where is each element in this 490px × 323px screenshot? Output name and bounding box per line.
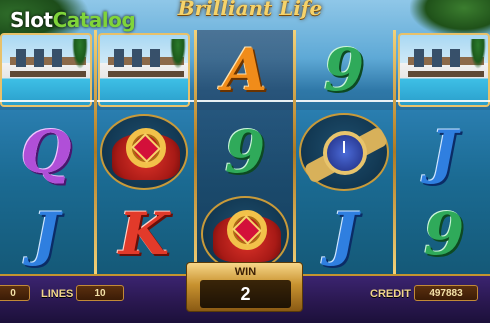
symbol-j: J [0,194,94,274]
ring-icon [100,114,188,190]
symbol-a: A [197,30,293,110]
reels-area: Q J K A 9 9 J J 9 [0,30,490,274]
lines-field[interactable]: 10 [76,285,124,301]
symbol-9: 9 [197,112,293,192]
symbol-villa [0,30,94,110]
win-display: WIN 2 [186,262,303,312]
reel-divider [393,30,396,274]
reel-2: K [96,30,192,274]
watch-icon [299,113,389,191]
digit-9: 9 [423,200,465,268]
digit-9: 9 [323,36,365,104]
reel-divider [293,30,296,274]
villa-icon [98,33,190,107]
villa-icon [398,33,490,107]
reel-4: 9 J [296,30,392,274]
symbol-ring [96,112,192,192]
letter-j: J [430,118,458,186]
symbol-j: J [296,194,392,274]
symbol-k: K [96,194,192,274]
game-title: Brilliant Life [177,0,323,20]
reel-divider [94,30,97,274]
letter-j: J [330,200,358,268]
villa-icon [0,33,92,107]
symbol-q: Q [0,112,94,192]
lines-label: LINES [41,288,74,300]
symbol-9: 9 [296,30,392,110]
symbol-j: J [396,112,490,192]
credit-label: CREDIT [370,288,411,300]
reel-5: J 9 [396,30,490,274]
letter-q: Q [20,118,72,186]
reel-3: A 9 [197,30,293,274]
win-label: WIN [234,266,257,278]
symbol-villa [96,30,192,110]
win-value: 2 [200,280,291,308]
symbol-villa [396,30,490,110]
digit-9: 9 [224,118,266,186]
symbol-9: 9 [396,194,490,274]
winning-payline [0,100,490,102]
slot-game: Brilliant Life Q J K A 9 9 J J 9 0 LINES… [0,0,490,323]
letter-a: A [222,36,268,104]
bet-field[interactable]: 0 [0,285,30,301]
letter-k: K [118,200,170,268]
credit-field: 497883 [414,285,478,301]
watermark-part2: Catalog [52,8,136,32]
ring-icon [201,196,289,272]
symbol-watch [296,112,392,192]
watermark: SlotCatalog [10,8,136,32]
watermark-part1: Slot [10,8,53,32]
reel-divider [194,30,197,274]
reel-1: Q J [0,30,94,274]
letter-j: J [32,200,60,268]
